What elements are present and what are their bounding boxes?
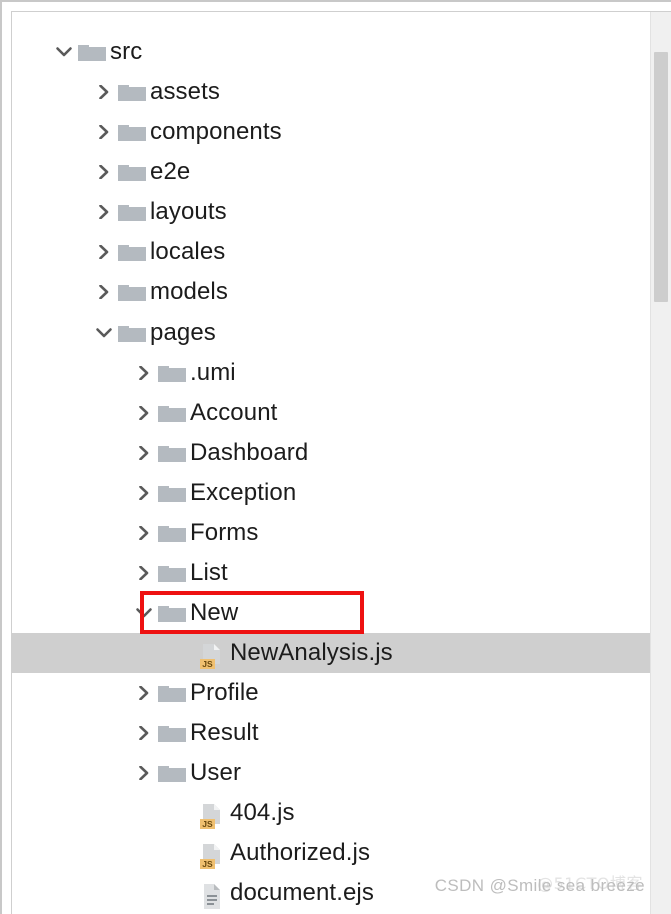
folder-icon (156, 753, 190, 793)
tree-row[interactable]: Forms (12, 513, 671, 553)
folder-icon (116, 272, 150, 312)
tree-row[interactable]: components (12, 112, 671, 152)
tree-row[interactable]: .umi (12, 353, 671, 393)
js-file-icon: JS (196, 633, 230, 673)
chevron-down-icon[interactable] (90, 313, 116, 353)
tree-row-label: Exception (190, 479, 297, 506)
chevron-right-icon[interactable] (130, 393, 156, 433)
chevron-right-icon[interactable] (90, 272, 116, 312)
tree-row[interactable]: Result (12, 713, 671, 753)
folder-icon (156, 553, 190, 593)
chevron-right-icon[interactable] (90, 112, 116, 152)
twisty-placeholder (170, 873, 196, 913)
tree-row[interactable]: assets (12, 72, 671, 112)
explorer-panel: src assets components e2e layouts locales mode… (11, 11, 671, 914)
file-tree[interactable]: src assets components e2e layouts locales mode… (12, 12, 671, 914)
tree-row-label: Account (190, 399, 278, 426)
tree-row[interactable]: List (12, 553, 671, 593)
tree-row[interactable]: JS NewAnalysis.js (12, 633, 671, 673)
file-explorer-window: src assets components e2e layouts locales mode… (0, 0, 671, 914)
tree-row[interactable]: Account (12, 393, 671, 433)
twisty-placeholder (170, 633, 196, 673)
folder-icon (156, 353, 190, 393)
tree-row[interactable]: User (12, 753, 671, 793)
tree-row-label: .umi (190, 359, 236, 386)
tree-row-label: src (110, 38, 143, 65)
chevron-right-icon[interactable] (130, 753, 156, 793)
tree-row-label: Forms (190, 519, 259, 546)
ejs-file-icon (196, 873, 230, 913)
tree-row-label: layouts (150, 198, 227, 225)
chevron-right-icon[interactable] (130, 353, 156, 393)
tree-row-label: Result (190, 719, 259, 746)
svg-text:JS: JS (202, 859, 213, 869)
chevron-right-icon[interactable] (130, 473, 156, 513)
tree-row-label: assets (150, 78, 220, 105)
chevron-right-icon[interactable] (130, 553, 156, 593)
folder-icon (116, 313, 150, 353)
twisty-placeholder (170, 793, 196, 833)
tree-row[interactable]: pages (12, 313, 671, 353)
folder-icon (156, 393, 190, 433)
tree-row-label: New (190, 599, 239, 626)
chevron-right-icon[interactable] (130, 433, 156, 473)
tree-row[interactable]: Profile (12, 673, 671, 713)
tree-row-label: locales (150, 238, 226, 265)
tree-row[interactable]: JS Authorized.js (12, 833, 671, 873)
tree-row[interactable]: Exception (12, 473, 671, 513)
tree-row[interactable]: src (12, 32, 671, 72)
tree-row[interactable]: e2e (12, 152, 671, 192)
js-file-icon: JS (196, 833, 230, 873)
folder-icon (116, 112, 150, 152)
chevron-down-icon[interactable] (50, 32, 76, 72)
svg-text:JS: JS (202, 659, 213, 669)
folder-icon (156, 593, 190, 633)
tree-row-label: document.ejs (230, 879, 374, 906)
folder-icon (116, 152, 150, 192)
tree-row-label: User (190, 759, 242, 786)
tree-row-label: Authorized.js (230, 839, 371, 866)
folder-icon (116, 232, 150, 272)
tree-row-label: NewAnalysis.js (230, 639, 393, 666)
tree-row-label: e2e (150, 158, 191, 185)
chevron-right-icon[interactable] (130, 513, 156, 553)
chevron-right-icon[interactable] (90, 152, 116, 192)
folder-icon (156, 513, 190, 553)
tree-row-label: List (190, 559, 228, 586)
js-file-icon: JS (196, 793, 230, 833)
tree-row[interactable]: models (12, 272, 671, 312)
chevron-right-icon[interactable] (90, 72, 116, 112)
tree-row[interactable]: JS 404.js (12, 793, 671, 833)
chevron-right-icon[interactable] (130, 713, 156, 753)
tree-row[interactable]: locales (12, 232, 671, 272)
tree-row-label: Profile (190, 679, 259, 706)
folder-icon (76, 32, 110, 72)
folder-icon (156, 473, 190, 513)
chevron-right-icon[interactable] (90, 192, 116, 232)
tree-row[interactable]: New (12, 593, 671, 633)
chevron-right-icon[interactable] (130, 673, 156, 713)
chevron-down-icon[interactable] (130, 593, 156, 633)
tree-row[interactable]: Dashboard (12, 433, 671, 473)
tree-row-label: 404.js (230, 799, 295, 826)
folder-icon (156, 433, 190, 473)
folder-icon (156, 673, 190, 713)
scrollbar-thumb[interactable] (654, 52, 668, 302)
watermark-csdn: CSDN @Smile sea breeze (434, 876, 645, 895)
folder-icon (156, 713, 190, 753)
vertical-scrollbar[interactable] (650, 12, 671, 914)
tree-row-label: models (150, 278, 228, 305)
folder-icon (116, 192, 150, 232)
chevron-right-icon[interactable] (90, 232, 116, 272)
svg-text:JS: JS (202, 819, 213, 829)
tree-row-label: pages (150, 319, 216, 346)
tree-row-label: components (150, 118, 282, 145)
tree-row-label: Dashboard (190, 439, 309, 466)
folder-icon (116, 72, 150, 112)
tree-row[interactable]: layouts (12, 192, 671, 232)
twisty-placeholder (170, 833, 196, 873)
